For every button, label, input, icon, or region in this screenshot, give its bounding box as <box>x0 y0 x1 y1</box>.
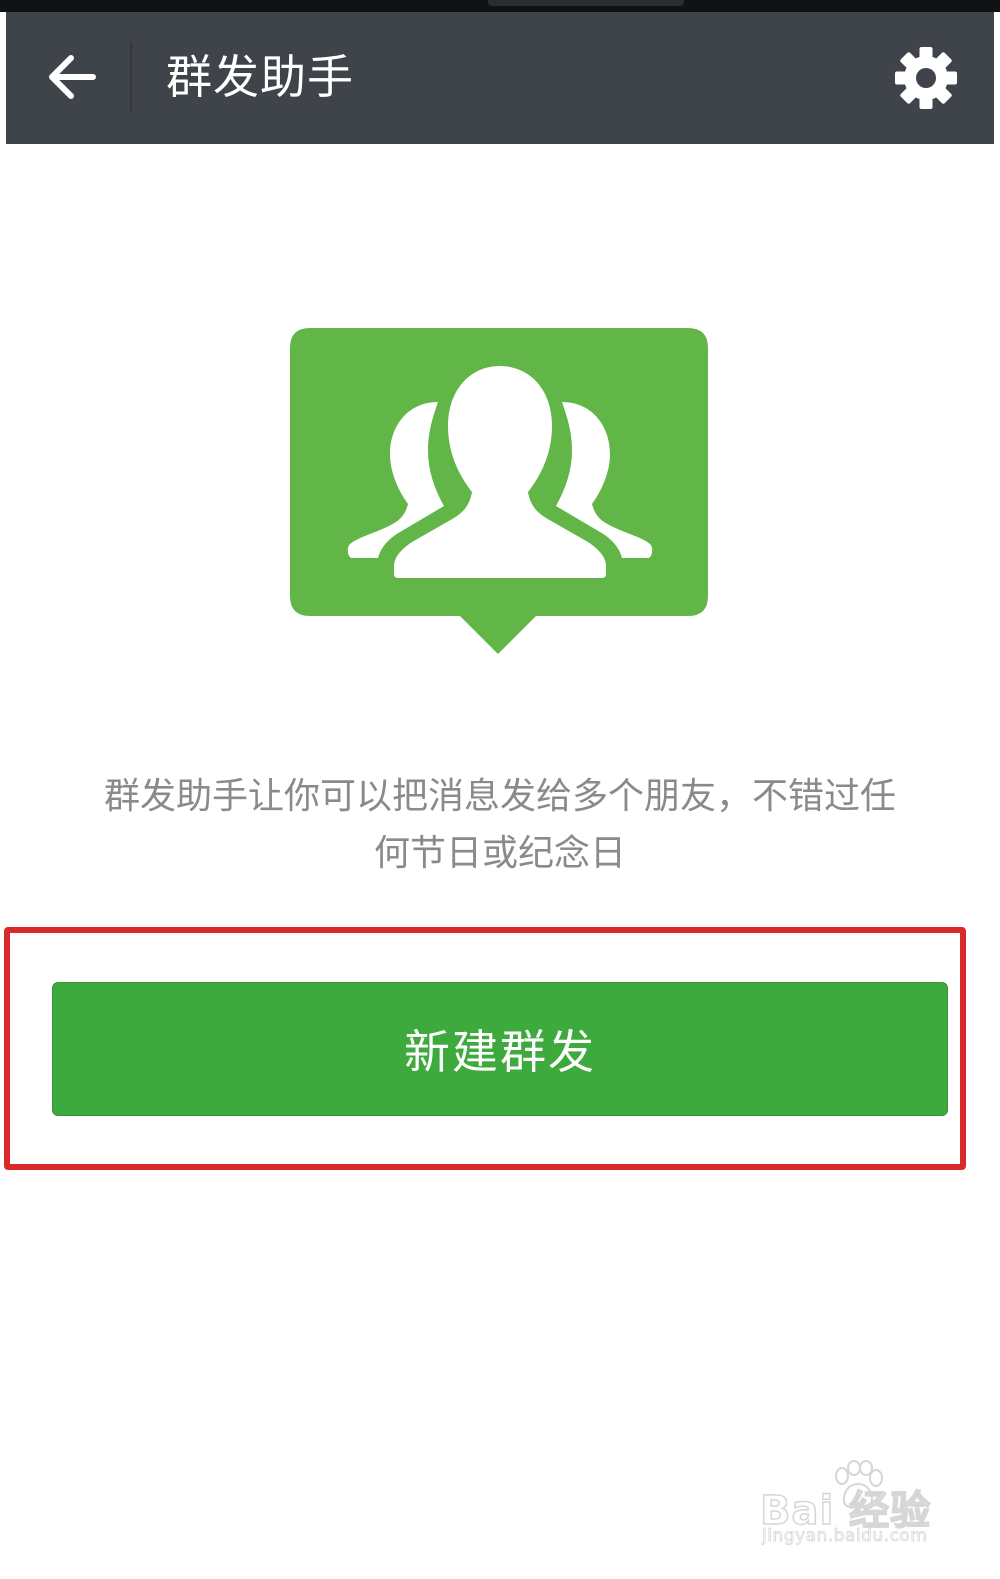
status-bar-notch <box>488 0 684 6</box>
gear-icon <box>895 47 957 109</box>
screen: 群发助手 群发助手让你可以把消息发给多个朋友，不错过任 何节日或纪念日 新建群发… <box>0 0 1000 1579</box>
app-bar: 群发助手 <box>6 12 994 144</box>
status-bar <box>0 0 1000 12</box>
new-broadcast-button[interactable]: 新建群发 <box>52 982 948 1116</box>
watermark: Bai 经验 jingyan.baidu.com <box>759 1460 950 1550</box>
watermark-url: jingyan.baidu.com <box>762 1526 928 1547</box>
group-chat-icon <box>288 326 712 656</box>
page-title: 群发助手 <box>166 50 354 104</box>
settings-button[interactable] <box>882 34 970 122</box>
back-button[interactable] <box>32 38 110 116</box>
app-bar-divider <box>130 42 132 112</box>
description-text: 群发助手让你可以把消息发给多个朋友，不错过任 何节日或纪念日 <box>40 768 960 882</box>
description-line-1: 群发助手让你可以把消息发给多个朋友，不错过任 <box>103 776 896 817</box>
back-arrow-icon <box>49 55 96 99</box>
description-line-2: 何节日或纪念日 <box>373 833 626 874</box>
